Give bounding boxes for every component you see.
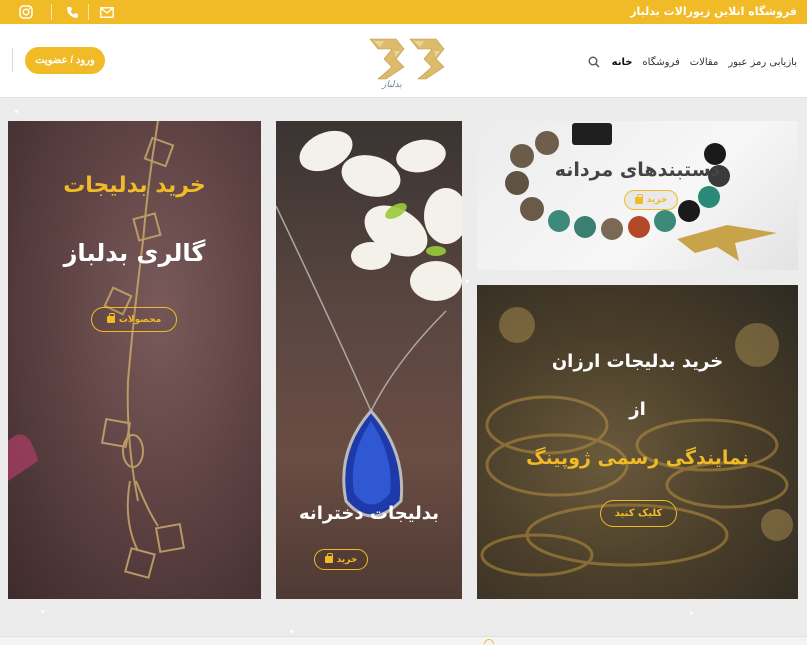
top-bar: فروشگاه انلاین زیورالات بدلباز: [0, 0, 807, 24]
login-register-button[interactable]: ورود / عضویت: [25, 47, 105, 74]
shopping-bag-icon: [634, 193, 643, 204]
sparkle-dot: [690, 612, 693, 615]
main-nav: خانه فروشگاه مقالات بازیابی رمز عبور: [586, 54, 797, 70]
cheap-banner-line3: نمایندگی رسمی ژوپینگ: [526, 447, 749, 469]
cheap-banner-line1: خرید بدلیجات ارزان: [551, 351, 724, 372]
shopping-bag-icon: [324, 553, 333, 563]
topbar-divider: [88, 4, 89, 20]
mens-banner-title: دستبندهای مردانه: [554, 159, 721, 181]
shopping-bag-icon: [106, 313, 115, 323]
header-divider: [12, 48, 13, 72]
svg-text:بدلباز: بدلباز: [381, 80, 402, 89]
scroll-up-icon[interactable]: [484, 639, 494, 644]
mens-buy-label: خرید: [646, 195, 668, 205]
nav-password-recovery[interactable]: بازیابی رمز عبور: [728, 57, 797, 68]
page-bottom-strip: [0, 636, 807, 645]
site-logo[interactable]: بدلباز: [364, 35, 450, 90]
sparkle-dot: [15, 110, 18, 113]
cheap-jewelry-banner[interactable]: خرید بدلیجات ارزان از نمایندگی رسمی ژوپی…: [477, 285, 798, 599]
girls-jewelry-banner[interactable]: بدلیجات دخترانه خرید: [276, 121, 462, 599]
products-button-label: محصولات: [118, 314, 162, 325]
mens-bracelets-banner[interactable]: دستبندهای مردانه خرید: [477, 121, 798, 270]
nav-shop[interactable]: فروشگاه: [642, 57, 679, 68]
girls-banner-title: بدلیجات دخترانه: [299, 503, 439, 524]
nav-home[interactable]: خانه: [612, 57, 633, 68]
phone-icon[interactable]: [61, 3, 83, 21]
cheap-banner-line2: از: [629, 399, 646, 420]
click-here-button[interactable]: کلیک کنید: [600, 500, 677, 527]
mens-buy-button[interactable]: خرید: [624, 190, 678, 210]
gallery-banner[interactable]: خرید بدلیجات گالری بدلباز محصولات: [8, 121, 261, 599]
instagram-icon[interactable]: [15, 3, 37, 21]
girls-buy-label: خرید: [336, 554, 358, 565]
gallery-banner-title: خرید بدلیجات: [63, 173, 206, 198]
nav-articles[interactable]: مقالات: [690, 57, 719, 68]
mail-icon[interactable]: [96, 3, 118, 21]
pendant-necklace-image: [276, 130, 462, 518]
site-header: ورود / عضویت بدلباز خانه فروشگاه مقالات …: [0, 24, 807, 98]
girls-buy-button[interactable]: خرید: [314, 549, 368, 570]
gallery-banner-subtitle: گالری بدلباز: [63, 239, 206, 267]
sparkle-dot: [290, 630, 293, 633]
products-button[interactable]: محصولات: [91, 307, 177, 332]
topbar-divider: [51, 4, 52, 20]
sparkle-dot: [41, 610, 44, 613]
search-icon[interactable]: [586, 54, 602, 70]
sparkle-dot: [466, 280, 469, 283]
gold-jewelry-image: [480, 307, 793, 577]
site-tagline: فروشگاه انلاین زیورالات بدلباز: [630, 5, 797, 18]
